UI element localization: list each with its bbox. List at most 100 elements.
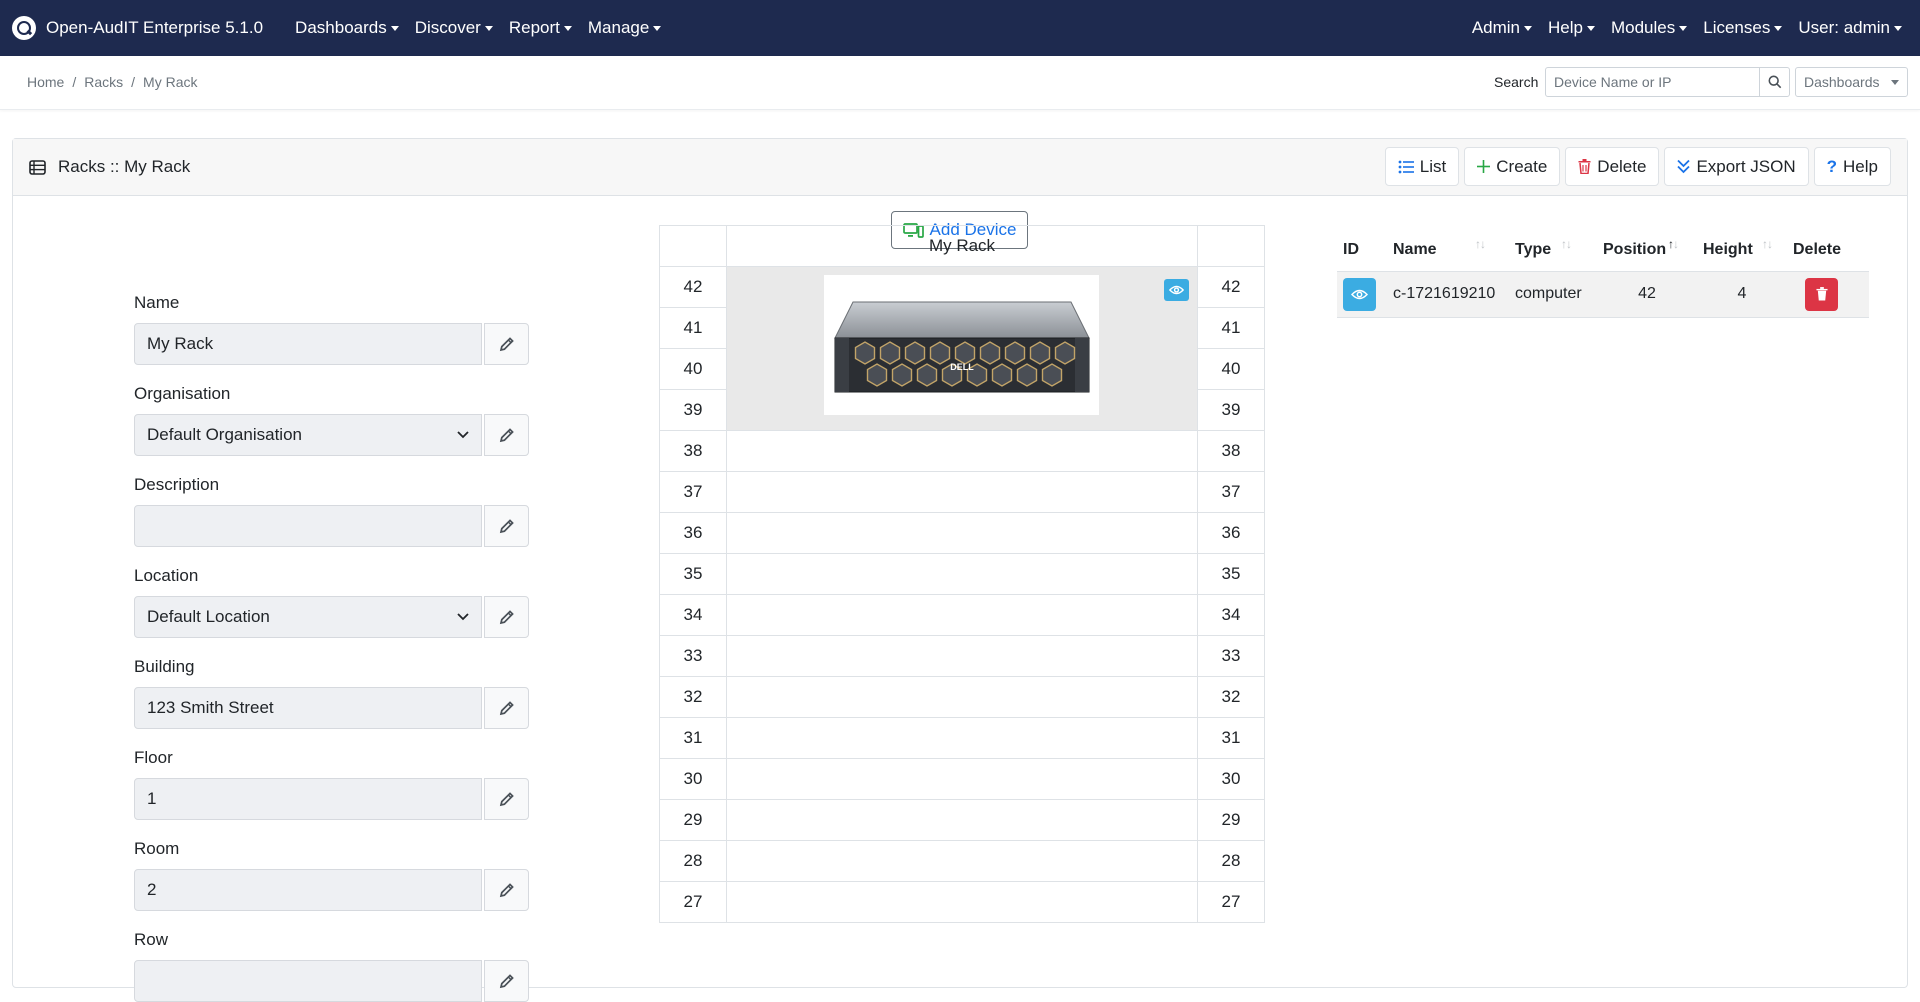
caret-down-icon: [1891, 79, 1899, 85]
rack-unit-number: 28: [659, 840, 727, 882]
floor-edit-button[interactable]: [484, 778, 529, 820]
server-brand-label: DELL: [950, 362, 974, 372]
breadcrumb-home[interactable]: Home: [27, 74, 64, 90]
rack-unit-row: 36 36: [659, 512, 1265, 554]
nav-user[interactable]: User: admin: [1790, 18, 1910, 38]
name-edit-button[interactable]: [484, 323, 529, 365]
nav-discover[interactable]: Discover: [407, 18, 501, 38]
rack-empty-slot: [726, 594, 1198, 636]
rack-unit-number: 39: [659, 389, 727, 431]
help-button[interactable]: ? Help: [1813, 147, 1891, 186]
caret-down-icon: [1524, 25, 1533, 31]
floor-label: Floor: [134, 748, 173, 767]
col-name[interactable]: Name ↑↓: [1387, 229, 1509, 272]
rack-empty-slot: [726, 676, 1198, 718]
server-image[interactable]: DELL: [824, 275, 1099, 415]
sort-icon: ↑↓: [1475, 237, 1486, 251]
rack-unit-row: 35 35: [659, 553, 1265, 595]
row-label: Row: [134, 930, 169, 949]
rack-header-right: [1197, 225, 1265, 267]
list-button[interactable]: List: [1384, 147, 1460, 186]
row-field[interactable]: [134, 960, 482, 1002]
organisation-select[interactable]: Default Organisation: [134, 414, 482, 456]
list-button-label: List: [1419, 156, 1447, 176]
rack-unit-number: 32: [1197, 676, 1265, 718]
rack-empty-slot: [726, 717, 1198, 759]
col-id: ID: [1337, 229, 1387, 272]
nav-dashboards[interactable]: Dashboards: [287, 18, 407, 38]
dashboards-select[interactable]: Dashboards: [1795, 67, 1908, 97]
rack-unit-row: 32 32: [659, 676, 1265, 718]
rack-card: Racks :: My Rack List Create Delete Expo…: [12, 138, 1908, 1002]
pencil-icon: [499, 792, 514, 807]
search-button[interactable]: [1759, 67, 1790, 97]
nav-report[interactable]: Report: [501, 18, 580, 38]
description-edit-button[interactable]: [484, 505, 529, 547]
floor-field[interactable]: 1: [134, 778, 482, 820]
nav-help[interactable]: Help: [1540, 18, 1603, 38]
nav-admin[interactable]: Admin: [1464, 18, 1540, 38]
rack-icon: [29, 159, 46, 175]
chevron-down-icon: [457, 613, 469, 621]
nav-manage[interactable]: Manage: [580, 18, 669, 38]
row-name[interactable]: c-1721619210: [1387, 271, 1509, 318]
caret-down-icon: [1894, 25, 1902, 31]
col-height[interactable]: Height ↑↓: [1697, 229, 1787, 272]
breadcrumb-racks[interactable]: Racks: [84, 74, 123, 90]
col-delete: Delete: [1787, 229, 1869, 272]
eye-icon: [1351, 289, 1368, 299]
caret-down-icon: [1774, 25, 1783, 31]
room-edit-button[interactable]: [484, 869, 529, 911]
row-edit-button[interactable]: [484, 960, 529, 1002]
nav-modules[interactable]: Modules: [1603, 18, 1695, 38]
pencil-icon: [499, 428, 514, 443]
delete-device-button[interactable]: [1805, 277, 1838, 311]
rack-unit-number: 30: [659, 758, 727, 800]
col-type[interactable]: Type ↑↓: [1509, 229, 1597, 272]
name-field[interactable]: My Rack: [134, 323, 482, 365]
brand[interactable]: Open-AudIT Enterprise 5.1.0: [12, 16, 263, 40]
delete-button[interactable]: Delete: [1565, 147, 1660, 186]
room-field[interactable]: 2: [134, 869, 482, 911]
breadcrumb-current: My Rack: [143, 74, 198, 90]
breadcrumb: Home / Racks / My Rack: [27, 74, 198, 90]
location-select[interactable]: Default Location: [134, 596, 482, 638]
description-field[interactable]: [134, 505, 482, 547]
location-edit-button[interactable]: [484, 596, 529, 638]
rack-unit-number: 33: [1197, 635, 1265, 677]
rack-unit-number: 30: [1197, 758, 1265, 800]
rack-unit-row: 37 37: [659, 471, 1265, 513]
room-label: Room: [134, 839, 180, 858]
create-button[interactable]: Create: [1464, 147, 1561, 186]
rack-unit-number: 33: [659, 635, 727, 677]
building-edit-button[interactable]: [484, 687, 529, 729]
view-device-badge[interactable]: [1164, 279, 1189, 301]
building-value: 123 Smith Street: [147, 698, 274, 717]
table-row: c-1721619210 computer 42 4: [1337, 271, 1869, 318]
nav-licenses[interactable]: Licenses: [1695, 18, 1790, 38]
rack-unit-number: 27: [1197, 881, 1265, 923]
rack-unit-number: 29: [1197, 799, 1265, 841]
building-field[interactable]: 123 Smith Street: [134, 687, 482, 729]
rack-unit-row: 28 28: [659, 840, 1265, 882]
rack-empty-slot: [726, 553, 1198, 595]
top-navbar: Open-AudIT Enterprise 5.1.0 Dashboards D…: [0, 0, 1920, 56]
rack-empty-slot: [726, 471, 1198, 513]
rack-device-slot[interactable]: DELL: [726, 266, 1198, 431]
rack-empty-slot: [726, 799, 1198, 841]
rack-unit-number: 31: [659, 717, 727, 759]
chevron-down-icon: [457, 431, 469, 439]
rack-unit-number: 35: [1197, 553, 1265, 595]
row-position: 42: [1597, 271, 1697, 318]
search-input[interactable]: [1545, 67, 1760, 97]
trash-icon: [1578, 159, 1591, 174]
rack-unit-number: 29: [659, 799, 727, 841]
rack-unit-number: 40: [659, 348, 727, 390]
col-position[interactable]: Position ↑↓: [1597, 229, 1697, 272]
server-icon: DELL: [833, 301, 1090, 393]
search-icon: [1768, 75, 1781, 89]
caret-down-icon: [653, 25, 662, 31]
export-json-button[interactable]: Export JSON: [1664, 147, 1809, 186]
view-device-button[interactable]: [1343, 277, 1376, 311]
organisation-edit-button[interactable]: [484, 414, 529, 456]
